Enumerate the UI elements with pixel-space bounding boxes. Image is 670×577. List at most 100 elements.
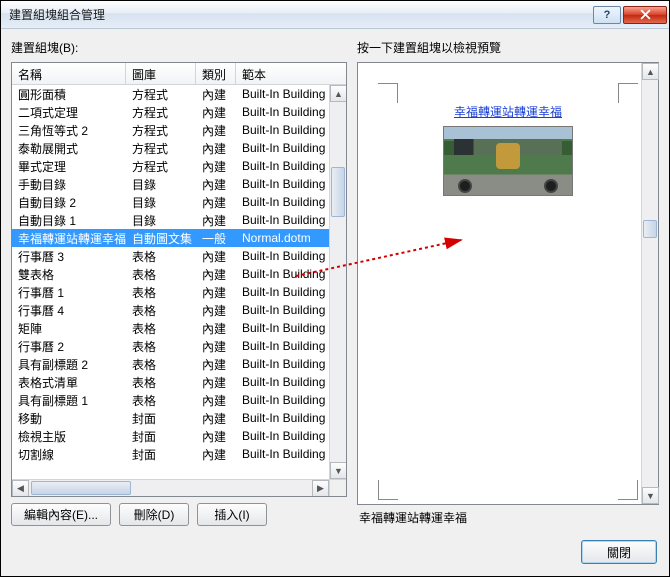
cell: 雙表格 (12, 266, 126, 283)
cell: 自動目錄 1 (12, 212, 126, 229)
cell: Built-In Building (236, 339, 329, 353)
crop-mark (378, 480, 398, 500)
help-button[interactable]: ? (593, 6, 621, 24)
table-row[interactable]: 幸福轉運站轉運幸福自動圖文集一般Normal.dotm (12, 229, 329, 247)
cell: 行事曆 3 (12, 248, 126, 265)
table-row[interactable]: 雙表格表格內建Built-In Building (12, 265, 329, 283)
close-window-button[interactable] (623, 6, 667, 24)
col-template[interactable]: 範本 (236, 63, 346, 84)
table-row[interactable]: 具有副標題 1表格內建Built-In Building (12, 391, 329, 409)
cell: 表格 (126, 374, 196, 391)
v-thumb[interactable] (643, 220, 657, 238)
cell: 內建 (196, 392, 236, 409)
cell: Built-In Building (236, 393, 329, 407)
cell: 方程式 (126, 158, 196, 175)
cell: Built-In Building (236, 249, 329, 263)
table-row[interactable]: 二項式定理方程式內建Built-In Building (12, 103, 329, 121)
cell: 內建 (196, 158, 236, 175)
horizontal-scrollbar[interactable]: ◀ ▶ (12, 479, 329, 496)
cell: 表格 (126, 356, 196, 373)
cell: 表格 (126, 248, 196, 265)
cell: 行事曆 1 (12, 284, 126, 301)
cell: 內建 (196, 374, 236, 391)
titlebar: 建置組塊組合管理 ? (1, 1, 669, 29)
scroll-left-icon[interactable]: ◀ (12, 480, 29, 496)
table-row[interactable]: 檢視主版封面內建Built-In Building (12, 427, 329, 445)
col-name[interactable]: 名稱 (12, 63, 126, 84)
table-row[interactable]: 矩陣表格內建Built-In Building (12, 319, 329, 337)
cell: Built-In Building (236, 375, 329, 389)
cell: 方程式 (126, 122, 196, 139)
table-row[interactable]: 移動封面內建Built-In Building (12, 409, 329, 427)
scroll-down-icon[interactable]: ▼ (330, 462, 346, 479)
dialog-close-button[interactable]: 關閉 (581, 540, 657, 564)
action-buttons: 編輯內容(E)... 刪除(D) 插入(I) (11, 497, 347, 526)
cell: 表格 (126, 284, 196, 301)
building-blocks-list[interactable]: 名稱 圖庫 類別 範本 圓形面積方程式內建Built-In Building二項… (11, 62, 347, 497)
v-track[interactable] (330, 102, 346, 462)
h-thumb[interactable] (31, 481, 131, 495)
cell: 畢式定理 (12, 158, 126, 175)
table-row[interactable]: 行事曆 1表格內建Built-In Building (12, 283, 329, 301)
table-row[interactable]: 圓形面積方程式內建Built-In Building (12, 85, 329, 103)
table-row[interactable]: 行事曆 4表格內建Built-In Building (12, 301, 329, 319)
table-row[interactable]: 自動目錄 2目錄內建Built-In Building (12, 193, 329, 211)
cell: 矩陣 (12, 320, 126, 337)
crop-mark (618, 83, 638, 103)
left-pane: 建置組塊(B): 名稱 圖庫 類別 範本 圓形面積方程式內建Built-In B… (11, 39, 347, 526)
cell: Built-In Building (236, 429, 329, 443)
table-row[interactable]: 三角恆等式 2方程式內建Built-In Building (12, 121, 329, 139)
cell: 行事曆 4 (12, 302, 126, 319)
cell: 三角恆等式 2 (12, 122, 126, 139)
list-header: 名稱 圖庫 類別 範本 (12, 63, 346, 85)
cell: 封面 (126, 446, 196, 463)
cell: Built-In Building (236, 177, 329, 191)
cell: 內建 (196, 320, 236, 337)
cell: 內建 (196, 356, 236, 373)
cell: 表格 (126, 320, 196, 337)
cell: 內建 (196, 266, 236, 283)
cell: Built-In Building (236, 447, 329, 461)
table-row[interactable]: 切割線封面內建Built-In Building (12, 445, 329, 463)
col-category[interactable]: 類別 (196, 63, 236, 84)
table-row[interactable]: 手動目錄目錄內建Built-In Building (12, 175, 329, 193)
cell: Built-In Building (236, 303, 329, 317)
table-row[interactable]: 行事曆 3表格內建Built-In Building (12, 247, 329, 265)
preview-vertical-scrollbar[interactable]: ▲ ▼ (641, 63, 658, 504)
cell: Normal.dotm (236, 231, 329, 245)
cell: 內建 (196, 302, 236, 319)
col-gallery[interactable]: 圖庫 (126, 63, 196, 84)
table-row[interactable]: 畢式定理方程式內建Built-In Building (12, 157, 329, 175)
table-row[interactable]: 行事曆 2表格內建Built-In Building (12, 337, 329, 355)
v-track[interactable] (642, 80, 658, 487)
table-row[interactable]: 自動目錄 1目錄內建Built-In Building (12, 211, 329, 229)
preview-canvas: 幸福轉運站轉運幸福 (378, 83, 638, 500)
content-area: 建置組塊(B): 名稱 圖庫 類別 範本 圓形面積方程式內建Built-In B… (1, 29, 669, 532)
cell: Built-In Building (236, 87, 329, 101)
h-track[interactable] (29, 480, 312, 496)
right-pane: 按一下建置組塊以檢視預覽 幸福轉運站轉運幸福 (357, 39, 659, 526)
table-row[interactable]: 具有副標題 2表格內建Built-In Building (12, 355, 329, 373)
cell: 方程式 (126, 140, 196, 157)
insert-button[interactable]: 插入(I) (197, 503, 267, 526)
edit-button[interactable]: 編輯內容(E)... (11, 503, 111, 526)
cell: Built-In Building (236, 357, 329, 371)
scroll-right-icon[interactable]: ▶ (312, 480, 329, 496)
v-thumb[interactable] (331, 167, 345, 217)
table-row[interactable]: 泰勒展開式方程式內建Built-In Building (12, 139, 329, 157)
cell: Built-In Building (236, 267, 329, 281)
cell: 表格 (126, 302, 196, 319)
vertical-scrollbar[interactable]: ▲ ▼ (329, 85, 346, 479)
window-buttons: ? (591, 6, 667, 24)
scroll-up-icon[interactable]: ▲ (330, 85, 346, 102)
cell: Built-In Building (236, 195, 329, 209)
cell: Built-In Building (236, 141, 329, 155)
delete-button[interactable]: 刪除(D) (119, 503, 189, 526)
cell: 自動圖文集 (126, 230, 196, 247)
cell: 內建 (196, 176, 236, 193)
preview-content: 幸福轉運站轉運幸福 (443, 83, 573, 196)
scroll-down-icon[interactable]: ▼ (642, 487, 659, 504)
table-row[interactable]: 表格式清單表格內建Built-In Building (12, 373, 329, 391)
cell: 封面 (126, 428, 196, 445)
scroll-up-icon[interactable]: ▲ (642, 63, 659, 80)
